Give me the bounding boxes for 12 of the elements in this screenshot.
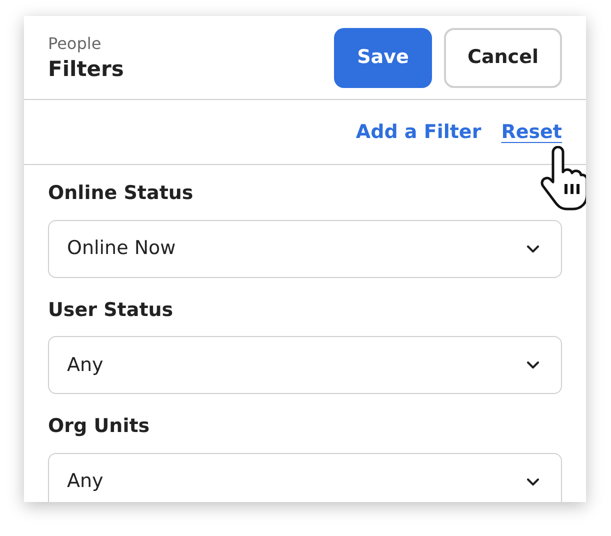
filter-label: Online Status <box>48 181 194 206</box>
filter-select[interactable]: Any <box>48 336 562 394</box>
save-button[interactable]: Save <box>334 28 432 88</box>
cancel-button[interactable]: Cancel <box>444 28 562 88</box>
filter-link[interactable]: Reset <box>501 118 562 146</box>
panel-title: Filters <box>48 56 124 83</box>
filter-label: User Status <box>48 298 174 322</box>
filter-label: Org Units <box>48 414 151 439</box>
filter-select[interactable]: Any <box>48 452 562 502</box>
filter-select[interactable]: Online Now <box>48 220 562 278</box>
panel-subtitle: People <box>48 33 102 56</box>
filter-link[interactable]: Add a Filter <box>356 118 482 146</box>
